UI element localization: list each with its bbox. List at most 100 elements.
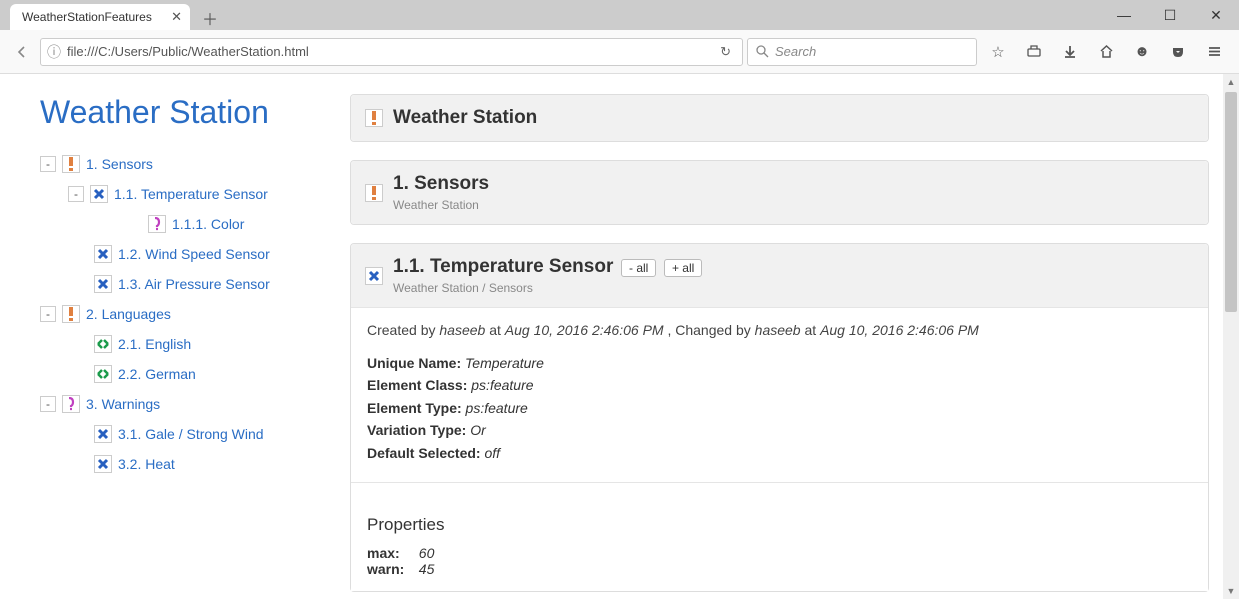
property-value: 60: [419, 545, 435, 561]
tree-link[interactable]: 2.1. English: [118, 336, 191, 352]
page-info-icon[interactable]: ⓘ: [47, 42, 61, 62]
attribute-key: Default Selected:: [367, 445, 481, 461]
attribute-list: Unique Name: Temperature Element Class: p…: [367, 352, 1192, 464]
attribute-row: Default Selected: off: [367, 442, 1192, 464]
close-tab-icon[interactable]: ✕: [171, 9, 182, 25]
url-text: file:///C:/Users/Public/WeatherStation.h…: [67, 44, 709, 59]
panel-group-title: 1. Sensors: [393, 173, 489, 195]
panel-root: Weather Station: [350, 94, 1209, 142]
tree-link[interactable]: 1.1.1. Color: [172, 216, 244, 232]
attribute-key: Unique Name:: [367, 355, 461, 371]
tree-link[interactable]: 1.2. Wind Speed Sensor: [118, 246, 270, 262]
panel-root-header: Weather Station: [351, 95, 1208, 141]
panel-detail-title: 1.1. Temperature Sensor: [393, 256, 613, 277]
tree-row: - 3. Warnings: [40, 389, 330, 419]
tree-row: - 2. Languages: [40, 299, 330, 329]
search-placeholder: Search: [775, 44, 816, 59]
attribute-value: off: [484, 445, 500, 461]
tree-row: 2.2. German: [94, 359, 330, 389]
new-tab-button[interactable]: ＋: [196, 6, 224, 30]
attribute-key: Variation Type:: [367, 422, 466, 438]
page-title: Weather Station: [40, 94, 330, 131]
minimize-icon[interactable]: —: [1101, 0, 1147, 30]
property-row: warn: 45: [367, 561, 1192, 577]
url-bar[interactable]: ⓘ file:///C:/Users/Public/WeatherStation…: [40, 38, 743, 66]
tree-link[interactable]: 3. Warnings: [86, 396, 160, 412]
tree-row: 1.2. Wind Speed Sensor: [94, 239, 330, 269]
titlebar: WeatherStationFeatures ✕ ＋ — ☐ ✕: [0, 0, 1239, 30]
or-icon: [94, 455, 112, 473]
attribute-key: Element Type:: [367, 400, 462, 416]
tree-toggle[interactable]: -: [40, 396, 56, 412]
smiley-icon[interactable]: ☻: [1125, 38, 1159, 66]
properties-list: max: 60warn: 45: [367, 545, 1192, 577]
scroll-down-arrow[interactable]: ▼: [1223, 583, 1239, 599]
window-controls: — ☐ ✕: [1101, 0, 1239, 30]
tree-link[interactable]: 3.1. Gale / Strong Wind: [118, 426, 264, 442]
pocket-icon[interactable]: [1161, 38, 1195, 66]
mandatory-icon: [365, 184, 383, 202]
back-button[interactable]: [8, 38, 36, 66]
tree-link[interactable]: 2. Languages: [86, 306, 171, 322]
scrollbar-thumb[interactable]: [1225, 92, 1237, 312]
sidebar: Weather Station -1. Sensors-1.1. Tempera…: [40, 94, 330, 579]
close-window-icon[interactable]: ✕: [1193, 0, 1239, 30]
tree-row: 1.3. Air Pressure Sensor: [94, 269, 330, 299]
viewport: Weather Station -1. Sensors-1.1. Tempera…: [0, 74, 1239, 599]
panel-detail: 1.1. Temperature Sensor - all + all Weat…: [350, 243, 1209, 592]
optional-icon: [148, 215, 166, 233]
browser-chrome: WeatherStationFeatures ✕ ＋ — ☐ ✕ ⓘ file:…: [0, 0, 1239, 74]
scroll-up-arrow[interactable]: ▲: [1223, 74, 1239, 90]
tree-link[interactable]: 2.2. German: [118, 366, 196, 382]
breadcrumb: Weather Station: [393, 198, 489, 212]
breadcrumb: Weather Station / Sensors: [393, 281, 702, 295]
tree-row: 3.1. Gale / Strong Wind: [94, 419, 330, 449]
tree-row: 1.1.1. Color: [148, 209, 330, 239]
tree-toggle[interactable]: -: [40, 156, 56, 172]
expand-all-button[interactable]: + all: [664, 259, 702, 277]
bookmark-star-icon[interactable]: ☆: [981, 38, 1015, 66]
mandatory-icon: [62, 305, 80, 323]
tree-link[interactable]: 1. Sensors: [86, 156, 153, 172]
nav-tree: -1. Sensors-1.1. Temperature Sensor1.1.1…: [40, 149, 330, 479]
search-bar[interactable]: Search: [747, 38, 977, 66]
attribute-row: Unique Name: Temperature: [367, 352, 1192, 374]
panel-group: 1. Sensors Weather Station: [350, 160, 1209, 225]
tree-link[interactable]: 1.1. Temperature Sensor: [114, 186, 268, 202]
attribute-value: ps:feature: [471, 377, 533, 393]
tree-row: - 1. Sensors: [40, 149, 330, 179]
property-key: warn:: [367, 561, 411, 577]
tab-strip: WeatherStationFeatures ✕ ＋: [10, 0, 224, 30]
mandatory-icon: [365, 109, 383, 127]
attribute-value: Temperature: [465, 355, 544, 371]
search-icon: [756, 45, 769, 58]
downloads-icon[interactable]: [1053, 38, 1087, 66]
tree-link[interactable]: 3.2. Heat: [118, 456, 175, 472]
property-row: max: 60: [367, 545, 1192, 561]
property-value: 45: [419, 561, 435, 577]
properties-heading: Properties: [367, 515, 1192, 535]
attribute-key: Element Class:: [367, 377, 467, 393]
mandatory-icon: [62, 155, 80, 173]
home-icon[interactable]: [1089, 38, 1123, 66]
main-content: Weather Station 1. Sensors Weather Stati…: [350, 94, 1209, 579]
maximize-icon[interactable]: ☐: [1147, 0, 1193, 30]
attribute-row: Variation Type: Or: [367, 419, 1192, 441]
or-icon: [94, 245, 112, 263]
panel-detail-body: Created by haseeb at Aug 10, 2016 2:46:0…: [351, 307, 1208, 591]
tree-link[interactable]: 1.3. Air Pressure Sensor: [118, 276, 270, 292]
reload-button[interactable]: ↻: [715, 44, 736, 60]
tree-toggle[interactable]: -: [40, 306, 56, 322]
vertical-scrollbar[interactable]: ▲ ▼: [1223, 74, 1239, 599]
browser-tab[interactable]: WeatherStationFeatures ✕: [10, 4, 190, 30]
library-icon[interactable]: [1017, 38, 1051, 66]
or-icon: [365, 267, 383, 285]
or-icon: [94, 425, 112, 443]
browser-toolbar: ⓘ file:///C:/Users/Public/WeatherStation…: [0, 30, 1239, 74]
tree-toggle[interactable]: -: [68, 186, 84, 202]
page-content: Weather Station -1. Sensors-1.1. Tempera…: [0, 74, 1239, 599]
collapse-all-button[interactable]: - all: [621, 259, 656, 277]
menu-icon[interactable]: [1197, 38, 1231, 66]
alternative-icon: [94, 335, 112, 353]
attribute-value: ps:feature: [466, 400, 528, 416]
